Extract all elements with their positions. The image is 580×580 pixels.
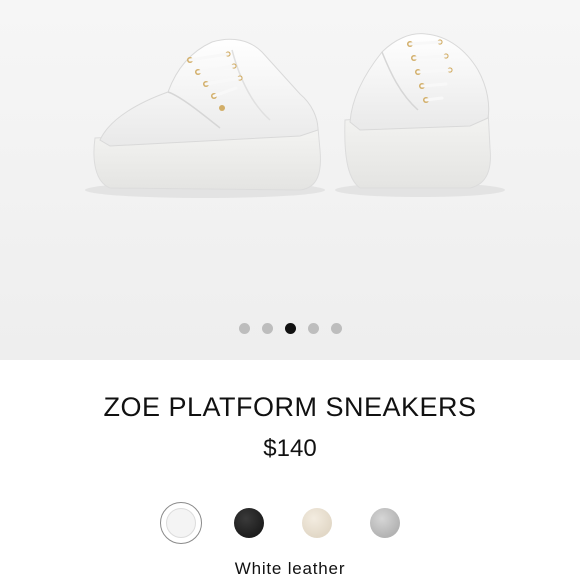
color-option-black[interactable] [228,502,270,544]
carousel-dot-2[interactable] [261,323,273,334]
product-title: ZOE PLATFORM SNEAKERS [103,392,477,422]
carousel-dot-3-active[interactable] [284,323,296,334]
carousel-dots [0,323,580,334]
carousel-dot-5[interactable] [330,323,342,334]
color-option-grey[interactable] [364,502,406,544]
color-option-beige[interactable] [296,502,338,544]
product-page: ZOE PLATFORM SNEAKERS $140 White leather [0,0,580,580]
color-swatches [0,502,580,544]
product-image[interactable] [0,0,580,360]
product-price: $140 [263,435,317,462]
white-swatch-icon [166,508,196,538]
selected-color-label: White leather [234,559,346,578]
black-swatch-icon [234,508,264,538]
color-option-white[interactable] [160,502,202,544]
grey-swatch-icon [370,508,400,538]
carousel-dot-4[interactable] [307,323,319,334]
product-gallery[interactable] [0,0,580,360]
beige-swatch-icon [302,508,332,538]
carousel-dot-1[interactable] [238,323,250,334]
